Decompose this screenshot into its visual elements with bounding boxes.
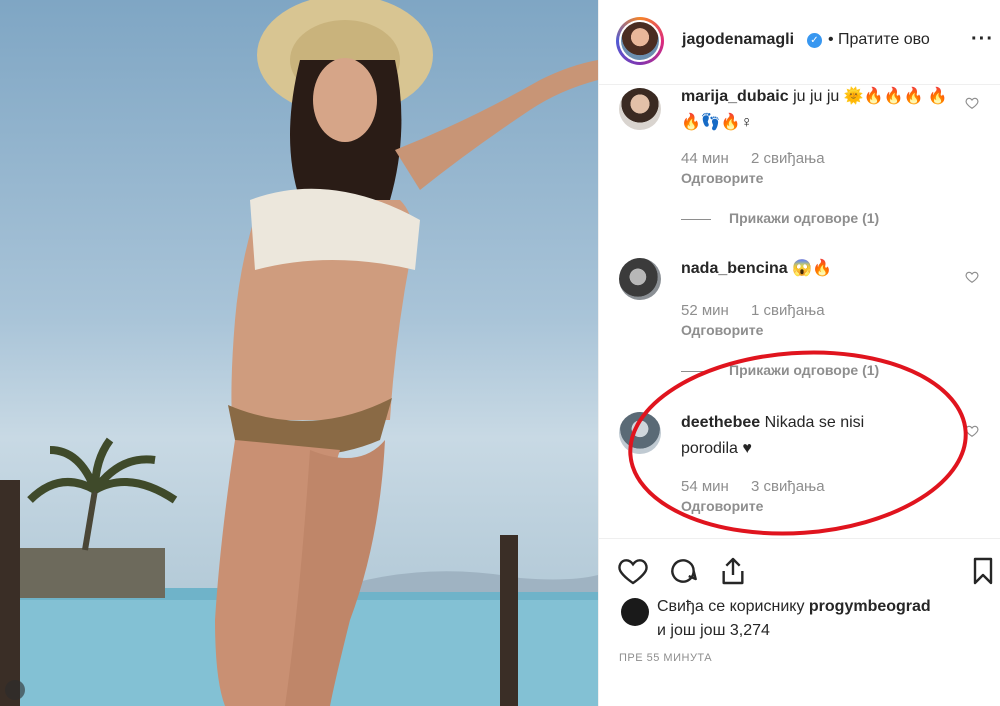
comment-like-heart-icon[interactable] bbox=[965, 96, 979, 110]
likes-count[interactable]: и још још 3,274 bbox=[657, 622, 770, 640]
comment-icon[interactable] bbox=[667, 555, 699, 587]
red-annotation-circle bbox=[628, 350, 968, 536]
post-actions-bar bbox=[599, 538, 1000, 599]
post-photo-illustration bbox=[0, 0, 598, 706]
view-replies-button[interactable]: Прикажи одговоре (1) bbox=[681, 210, 879, 226]
post-timestamp[interactable]: ПРЕ 55 МИНУТА bbox=[619, 652, 712, 664]
comment-body: nada_bencina 😱🔥 bbox=[681, 256, 951, 282]
commenter-username[interactable]: nada_bencina bbox=[681, 260, 788, 277]
commenter-avatar[interactable] bbox=[619, 258, 661, 300]
heart-icon[interactable] bbox=[617, 555, 649, 587]
comment-time: 52 мин bbox=[681, 302, 729, 319]
author-username[interactable]: jagodenamagli bbox=[682, 31, 794, 49]
share-icon[interactable] bbox=[717, 555, 749, 587]
more-options-icon[interactable]: ··· bbox=[971, 28, 994, 51]
header-separator: • bbox=[828, 31, 834, 48]
commenter-avatar[interactable] bbox=[619, 88, 661, 130]
reply-button[interactable]: Одговорите bbox=[681, 322, 763, 338]
comment-meta: 52 мин 1 свиђања bbox=[681, 302, 843, 319]
author-avatar[interactable] bbox=[616, 17, 664, 65]
verified-badge-icon: ✓ bbox=[807, 33, 822, 48]
comment-text: 😱🔥 bbox=[792, 260, 832, 277]
likes-prefix: Свиђа се кориснику bbox=[657, 598, 809, 615]
comment-meta: 44 мин 2 свиђања bbox=[681, 150, 843, 167]
post-photo[interactable] bbox=[0, 0, 598, 706]
comment-likes-count[interactable]: 1 свиђања bbox=[751, 302, 825, 319]
comment-time: 44 мин bbox=[681, 150, 729, 167]
commenter-username[interactable]: marija_dubaic bbox=[681, 88, 789, 105]
comment-like-heart-icon[interactable] bbox=[965, 270, 979, 284]
bookmark-icon[interactable] bbox=[967, 555, 999, 587]
post-header: jagodenamagli ✓ • Пратите ово ··· bbox=[599, 0, 1000, 85]
comment-body: marija_dubaic ju ju ju 🌞🔥🔥🔥 🔥🔥👣🔥♀ bbox=[681, 84, 951, 136]
liker-username[interactable]: progymbeograd bbox=[809, 598, 931, 615]
comment-likes-count[interactable]: 2 свиђања bbox=[751, 150, 825, 167]
likes-line-1: Свиђа се кориснику progymbeograd bbox=[657, 598, 931, 616]
liker-avatar[interactable] bbox=[621, 598, 649, 626]
reply-button[interactable]: Одговорите bbox=[681, 170, 763, 186]
follow-button[interactable]: Пратите ово bbox=[838, 31, 930, 49]
